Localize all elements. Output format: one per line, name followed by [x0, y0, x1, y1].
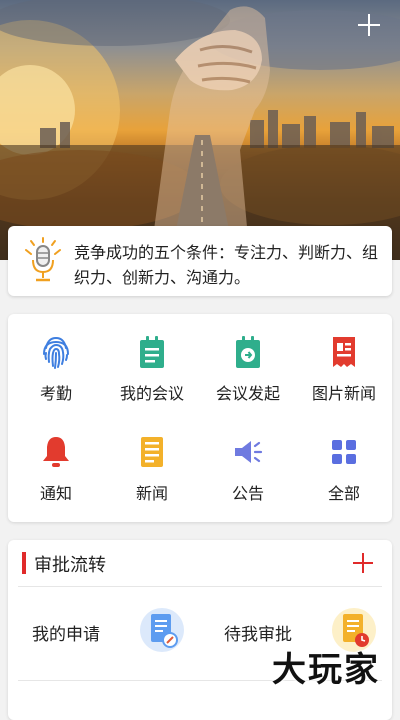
grid-item-label: 我的会议 [119, 384, 184, 403]
grid-apps-icon [332, 440, 356, 464]
add-approval-button[interactable] [352, 552, 374, 574]
meeting-start-icon [236, 336, 260, 368]
grid-item-label: 考勤 [39, 384, 72, 403]
watermark-text: 大玩家 [272, 650, 380, 690]
my-application-icon [140, 608, 184, 652]
news-icon [141, 437, 163, 467]
approval-section: 审批流转 我的申请 待我审批 [8, 540, 392, 720]
quote-text: 竞争成功的五个条件：专注力、判断力、组织力、创新力、沟通力。 [74, 243, 379, 287]
grid-item-my-meetings[interactable]: 我的会议 [104, 314, 200, 414]
grid-item-label: 公告 [231, 484, 264, 503]
grid-item-news[interactable]: 新闻 [104, 414, 200, 514]
bell-icon [43, 437, 69, 467]
meeting-doc-icon [140, 336, 164, 368]
grid-item-label: 通知 [39, 484, 72, 503]
divider [18, 586, 382, 587]
grid-item-notice[interactable]: 通知 [8, 414, 104, 514]
hero-banner [0, 0, 400, 260]
grid-item-label: 图片新闻 [311, 384, 376, 403]
item-label: 我的申请 [32, 625, 100, 645]
my-application-item[interactable]: 我的申请 [8, 588, 198, 678]
speaker-icon [235, 441, 263, 463]
grid-item-announcement[interactable]: 公告 [200, 414, 296, 514]
grid-item-attendance[interactable]: 考勤 [8, 314, 104, 414]
fingerprint-icon [43, 336, 69, 369]
grid-item-label: 会议发起 [215, 384, 280, 403]
function-grid: 考勤 我的会议 会议发起 图片新闻 通知 新闻 公告 全部 [8, 314, 392, 522]
section-accent-bar [22, 552, 26, 574]
picture-news-icon [333, 337, 355, 367]
quote-card: 竞争成功的五个条件：专注力、判断力、组织力、创新力、沟通力。 [8, 226, 392, 296]
grid-item-start-meeting[interactable]: 会议发起 [200, 314, 296, 414]
grid-item-picture-news[interactable]: 图片新闻 [296, 314, 392, 414]
grid-item-label: 全部 [327, 484, 360, 503]
add-button[interactable] [356, 12, 382, 38]
section-title: 审批流转 [34, 555, 106, 576]
grid-item-all[interactable]: 全部 [296, 414, 392, 514]
microphone-icon [25, 237, 61, 282]
grid-item-label: 新闻 [135, 484, 168, 503]
banner-illustration [0, 0, 400, 260]
